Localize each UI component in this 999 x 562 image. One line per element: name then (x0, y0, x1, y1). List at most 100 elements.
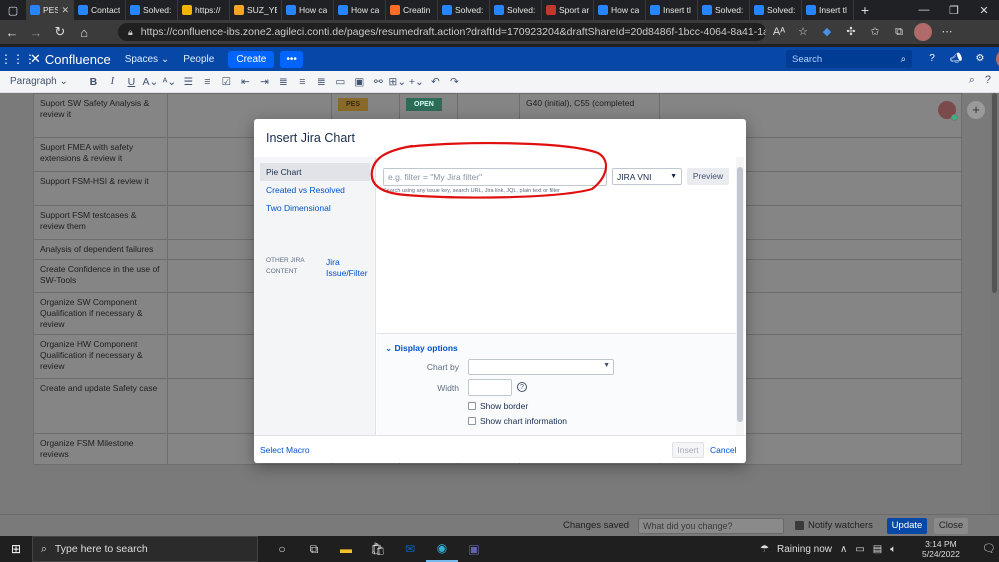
table-icon[interactable]: ⊞⌄ (388, 76, 407, 88)
browser-tab[interactable]: Creatin (386, 0, 438, 20)
browser-tab[interactable]: Solved: (750, 0, 802, 20)
browser-tab[interactable]: Insert tl (646, 0, 698, 20)
image-icon[interactable]: ▣ (350, 76, 369, 88)
confluence-logo[interactable]: ✕ Confluence (30, 51, 111, 67)
preview-button[interactable]: Preview (687, 168, 729, 185)
indent-icon[interactable]: ⇥ (255, 76, 274, 88)
table-cell[interactable]: Support FSM testcases & review them (33, 205, 168, 240)
align-right-icon[interactable]: ≣ (312, 76, 331, 88)
bullet-list-icon[interactable]: ☰ (179, 76, 198, 88)
maximize-icon[interactable]: ❐ (939, 4, 969, 17)
window-menu-icon[interactable]: ▢ (0, 0, 26, 20)
page-scrollbar[interactable] (990, 93, 999, 536)
help-icon[interactable]: ? (985, 74, 991, 87)
task-list-icon[interactable]: ☑ (217, 76, 236, 88)
extension-icon[interactable]: ◆ (818, 23, 836, 41)
browser-tab[interactable]: How ca (594, 0, 646, 20)
file-explorer-icon[interactable]: ▬ (330, 536, 362, 562)
refresh-icon[interactable]: ↻ (48, 24, 72, 40)
close-window-icon[interactable]: ✕ (969, 4, 999, 17)
teams-icon[interactable]: ▣ (458, 536, 490, 562)
edge-icon[interactable]: ◉ (426, 536, 458, 562)
help-icon[interactable]: ? (517, 382, 527, 392)
browser-tab[interactable]: Sport ar (542, 0, 594, 20)
app-switcher-icon[interactable]: ⋮⋮⋮ (0, 52, 36, 66)
store-icon[interactable]: 🛍︎ (362, 536, 394, 562)
table-cell[interactable]: Support FSM-HSI & review it (33, 171, 168, 206)
back-icon[interactable]: ← (0, 25, 24, 40)
close-tab-icon[interactable]: ✕ (61, 5, 69, 16)
align-left-icon[interactable]: ≣ (274, 76, 293, 88)
underline-icon[interactable]: U (122, 76, 141, 88)
jira-issue-filter-link[interactable]: Jira Issue/Filter (326, 257, 372, 279)
read-aloud-icon[interactable]: Aᴬ (770, 23, 788, 41)
browser-tab[interactable]: PES ✕ (26, 0, 74, 20)
scrollbar-thumb[interactable] (737, 167, 743, 422)
confluence-search[interactable]: Search ⌕ (786, 50, 912, 68)
show-border-checkbox[interactable]: Show border (468, 401, 528, 411)
cortana-icon[interactable]: ○ (266, 536, 298, 562)
add-collaborator-icon[interactable]: + (967, 101, 985, 119)
chart-type-pie-chart[interactable]: Pie Chart (260, 163, 370, 181)
update-button[interactable]: Update (887, 518, 927, 534)
select-macro-link[interactable]: Select Macro (260, 445, 310, 455)
jira-server-select[interactable]: JIRA VNI ▼ (612, 168, 682, 185)
browser-tab[interactable]: Solved: (698, 0, 750, 20)
browser-tab[interactable]: How ca (282, 0, 334, 20)
table-cell[interactable]: Organize FSM Milestone reviews (33, 433, 168, 465)
home-icon[interactable]: ⌂ (72, 25, 96, 40)
notifications-icon[interactable]: 📣︎ (948, 50, 964, 68)
nav-spaces[interactable]: Spaces ⌄ (125, 54, 170, 65)
taskbar-search[interactable]: ⌕ Type here to search (32, 536, 258, 562)
task-view-icon[interactable]: ⧉ (298, 536, 330, 562)
outdent-icon[interactable]: ⇤ (236, 76, 255, 88)
text-color-icon[interactable]: A⌄ (141, 76, 160, 88)
browser-tab[interactable]: Solved: (438, 0, 490, 20)
windows-start-icon[interactable]: ⊞ (0, 542, 32, 556)
outlook-icon[interactable]: ✉ (394, 536, 426, 562)
close-button[interactable]: Close (934, 518, 968, 534)
create-button[interactable]: Create (228, 50, 275, 68)
tray-chevron-icon[interactable]: ∧ (840, 544, 847, 555)
change-comment-input[interactable]: What did you change? (638, 518, 784, 534)
help-icon[interactable]: ? (924, 50, 940, 68)
scrollbar-thumb[interactable] (992, 93, 997, 293)
paragraph-style-dropdown[interactable]: Paragraph ⌄ (10, 76, 68, 87)
volume-icon[interactable]: 🔈︎ (890, 544, 896, 555)
network-icon[interactable]: ▭ (855, 544, 864, 555)
favorites-bar-icon[interactable]: ✩ (866, 23, 884, 41)
table-cell[interactable]: Suport SW Safety Analysis & review it (33, 93, 168, 138)
table-cell[interactable]: Create and update Safety case (33, 378, 168, 434)
table-cell[interactable]: Organize HW Component Qualification if n… (33, 334, 168, 379)
table-cell[interactable]: Create Confidence in the use of SW-Tools (33, 259, 168, 293)
browser-tab[interactable]: Solved: (490, 0, 542, 20)
numbered-list-icon[interactable]: ≡ (198, 76, 217, 88)
browser-tab[interactable]: Solved: (126, 0, 178, 20)
width-input[interactable] (468, 379, 512, 396)
dialog-scrollbar[interactable] (736, 157, 744, 435)
chart-by-select[interactable]: ▼ (468, 359, 614, 375)
minimize-icon[interactable]: — (909, 4, 939, 17)
chart-type-created-vs-resolved[interactable]: Created vs Resolved (260, 181, 370, 199)
chart-type-two-dimensional[interactable]: Two Dimensional (260, 199, 370, 217)
insert-button[interactable]: Insert (672, 442, 704, 458)
collections-icon[interactable]: ⧉ (890, 23, 908, 41)
cancel-button[interactable]: Cancel (710, 445, 736, 455)
url-field[interactable]: 🔒︎ https://confluence-ibs.zone2.agileci.… (118, 23, 766, 41)
more-create-button[interactable]: ••• (280, 50, 303, 68)
settings-icon[interactable]: ⚙ (972, 50, 988, 68)
weather-text[interactable]: Raining now (777, 544, 832, 555)
italic-icon[interactable]: I (103, 76, 122, 87)
collaborator-avatar[interactable] (938, 101, 958, 121)
browser-tab[interactable]: Contact (74, 0, 126, 20)
browser-tab[interactable]: Insert tl (802, 0, 854, 20)
bold-icon[interactable]: B (84, 76, 103, 88)
browser-tab[interactable]: https:// (178, 0, 230, 20)
find-icon[interactable]: ⌕ (969, 74, 975, 87)
clock[interactable]: 3:14 PM 5/24/2022 (922, 539, 960, 559)
weather-icon[interactable]: ☂ (760, 544, 769, 555)
display-options-toggle[interactable]: ⌄ Display options (385, 343, 458, 354)
profile-avatar[interactable] (914, 23, 932, 41)
page-layout-icon[interactable]: ▭ (331, 76, 350, 88)
display-icon[interactable]: ▤ (873, 544, 882, 555)
